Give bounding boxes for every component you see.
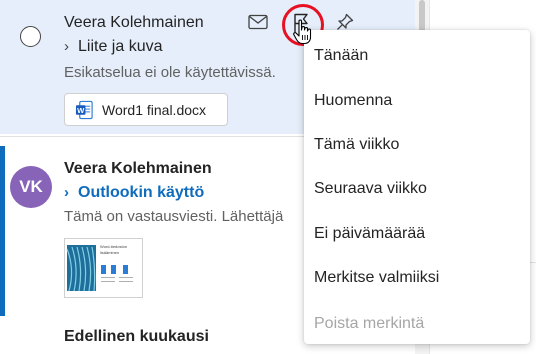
- menu-item-next-week[interactable]: Seuraava viikko: [304, 167, 530, 211]
- pin-icon[interactable]: [336, 13, 354, 31]
- menu-item-no-date[interactable]: Ei päivämäärää: [304, 212, 530, 256]
- envelope-icon[interactable]: [248, 14, 268, 30]
- hand-pointer-icon: [293, 19, 312, 45]
- message-preview: Esikatselua ei ole käytettävissä.: [64, 64, 276, 81]
- subject-text: Outlookin käyttö: [78, 184, 205, 201]
- sender-name: Veera Kolehmainen: [64, 160, 212, 177]
- svg-text:W: W: [77, 105, 85, 114]
- unread-indicator: [0, 146, 5, 316]
- menu-item-today[interactable]: Tänään: [304, 34, 530, 78]
- message-preview: Tämä on vastausviesti. Lähettäjä: [64, 208, 284, 225]
- attachment-thumbnail[interactable]: Word-tiedoston lisääminen: [64, 238, 143, 298]
- chevron-right-icon: ›: [64, 38, 69, 55]
- chevron-right-icon: ›: [64, 184, 69, 201]
- message-subject: › Outlookin käyttö: [64, 184, 204, 202]
- select-radio[interactable]: [20, 26, 41, 47]
- menu-item-mark-complete[interactable]: Merkitse valmiiksi: [304, 256, 530, 300]
- flag-menu: Tänään Huomenna Tämä viikko Seuraava vii…: [304, 30, 530, 344]
- word-file-icon: W: [75, 100, 93, 119]
- menu-item-tomorrow[interactable]: Huomenna: [304, 79, 530, 123]
- attachment-name: Word1 final.docx: [102, 101, 207, 118]
- avatar[interactable]: VK: [10, 166, 52, 208]
- message-subject: › Liite ja kuva: [64, 38, 163, 56]
- section-header: Edellinen kuukausi: [64, 328, 209, 345]
- menu-item-clear-flag: Poista merkintä: [314, 315, 425, 332]
- thumbnail-subtitle: lisääminen: [100, 250, 120, 255]
- thumbnail-title: Word-tiedoston: [100, 244, 128, 249]
- attachment-chip[interactable]: W Word1 final.docx: [64, 93, 228, 126]
- menu-item-this-week[interactable]: Tämä viikko: [304, 123, 530, 167]
- sender-name: Veera Kolehmainen: [64, 14, 204, 31]
- subject-text: Liite ja kuva: [78, 38, 163, 55]
